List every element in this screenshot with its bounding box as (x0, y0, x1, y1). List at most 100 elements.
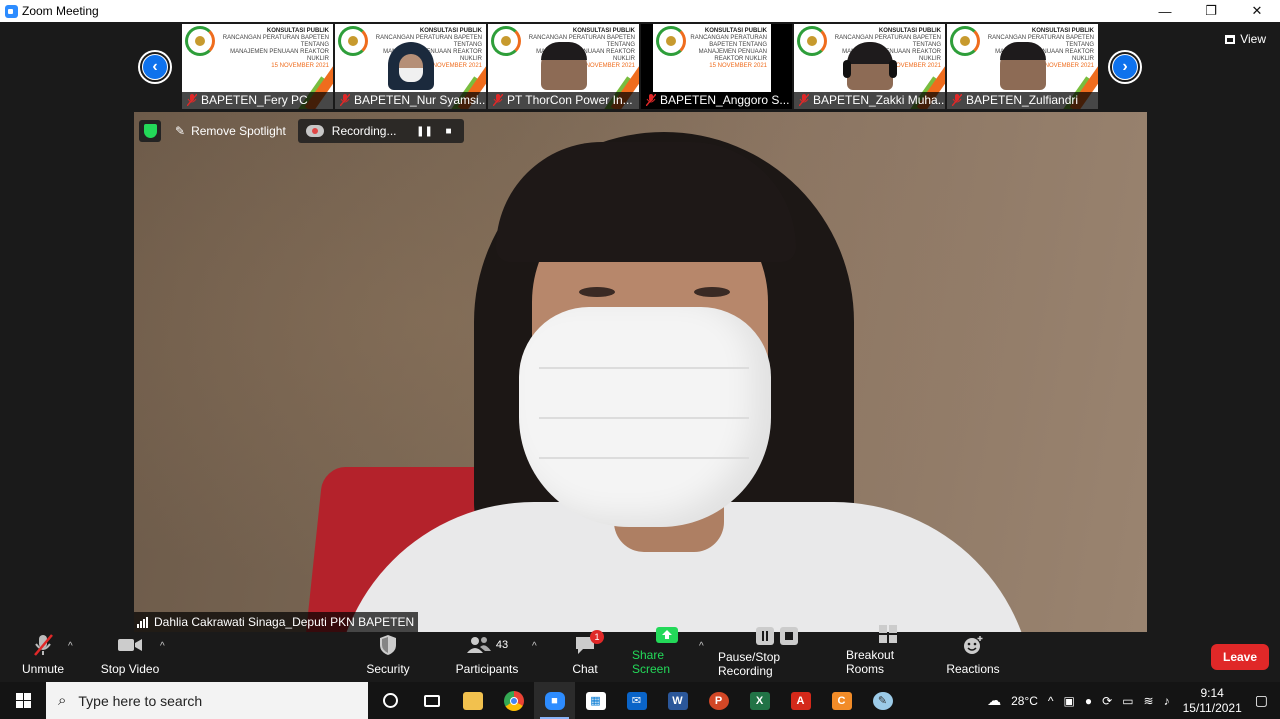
clock[interactable]: 9:14 15/11/2021 (1183, 686, 1242, 716)
restore-button[interactable]: ❐ (1188, 0, 1234, 22)
taskbar-search-box[interactable]: ⌕ Type here to search (46, 682, 368, 719)
participant-thumbnail[interactable]: KONSULTASI PUBLIK RANCANGAN PERATURAN BA… (488, 24, 639, 109)
participant-thumbnail[interactable]: KONSULTASI PUBLIK RANCANGAN PERATURAN BA… (335, 24, 486, 109)
stop-video-label: Stop Video (100, 662, 160, 676)
tray-app-icon[interactable]: ▣ (1064, 694, 1075, 708)
participant-name: BAPETEN_Zulfiandri (947, 92, 1098, 109)
wifi-icon[interactable]: ≋ (1144, 694, 1154, 708)
search-icon: ⌕ (58, 692, 67, 709)
view-button[interactable]: View (1225, 32, 1266, 46)
task-view-button[interactable] (411, 682, 452, 719)
taskbar-app-orange[interactable]: C (821, 682, 862, 719)
notification-icon[interactable]: ▢ (1255, 692, 1268, 709)
video-camera-icon (117, 632, 143, 658)
leave-button[interactable]: Leave (1211, 644, 1269, 670)
word-icon: W (667, 691, 688, 710)
chat-unread-badge: 1 (590, 630, 604, 644)
breakout-rooms-button[interactable]: Breakout Rooms (846, 625, 930, 682)
banner-title: KONSULTASI PUBLIK (572, 28, 635, 34)
audio-options-caret[interactable]: ^ (68, 641, 73, 652)
bapeten-logo (797, 26, 827, 56)
muted-microphone-icon (32, 632, 54, 658)
participant-name-label: PT ThorCon Power In... (507, 93, 633, 107)
stop-video-button[interactable]: Stop Video (98, 632, 162, 682)
start-button[interactable] (0, 682, 46, 719)
share-options-caret[interactable]: ^ (699, 641, 704, 652)
taskbar-paint[interactable]: ✎ (862, 682, 903, 719)
muted-mic-icon (187, 94, 197, 106)
banner-title: KONSULTASI PUBLIK (419, 28, 482, 34)
close-button[interactable]: ✕ (1234, 0, 1280, 22)
bapeten-logo (950, 26, 980, 56)
folder-icon (462, 691, 483, 710)
remove-spotlight-button[interactable]: ✎ Remove Spotlight (169, 119, 294, 143)
taskbar-file-explorer[interactable] (452, 682, 493, 719)
taskbar-zoom[interactable]: ■ (534, 682, 575, 719)
encryption-shield-icon[interactable] (139, 120, 161, 142)
chat-button[interactable]: 1 Chat (564, 630, 606, 682)
chevron-up-icon[interactable]: ^ (1048, 694, 1054, 708)
banner-line: RANCANGAN PERATURAN BAPETEN TENTANG (222, 35, 329, 48)
previous-page-button[interactable]: ‹ (140, 52, 170, 82)
minimize-button[interactable]: — (1142, 0, 1188, 22)
store-bag-icon: ▦ (585, 691, 606, 710)
taskbar-word[interactable]: W (657, 682, 698, 719)
reactions-button[interactable]: Reactions (946, 632, 1000, 682)
participant-name-label: BAPETEN_Zulfiandri (966, 93, 1079, 107)
breakout-rooms-label: Breakout Rooms (846, 648, 895, 676)
task-view-icon (423, 694, 440, 707)
participant-thumbnail[interactable]: KONSULTASI PUBLIK RANCANGAN PERATURAN BA… (641, 24, 792, 109)
participant-thumbnail[interactable]: KONSULTASI PUBLIK RANCANGAN PERATURAN BA… (794, 24, 945, 109)
participant-thumbnail[interactable]: KONSULTASI PUBLIK RANCANGAN PERATURAN BA… (182, 24, 333, 109)
chat-label: Chat (572, 662, 598, 676)
cortana-button[interactable] (370, 682, 411, 719)
participants-button[interactable]: 43 Participants (452, 632, 522, 682)
next-page-button[interactable]: › (1110, 52, 1140, 82)
video-options-caret[interactable]: ^ (160, 641, 165, 652)
taskbar-powerpoint[interactable]: P (698, 682, 739, 719)
face-mask (519, 307, 771, 527)
tray-sync-icon[interactable]: ⟳ (1102, 694, 1112, 708)
participant-thumbnail[interactable]: KONSULTASI PUBLIK RANCANGAN PERATURAN BA… (947, 24, 1098, 109)
weather-cloud-icon[interactable]: ☁ (987, 692, 1001, 709)
stop-recording-button[interactable]: ■ (436, 121, 460, 141)
taskbar-mail[interactable]: ✉ (616, 682, 657, 719)
thumbnail-banner: KONSULTASI PUBLIK RANCANGAN PERATURAN BA… (217, 28, 329, 70)
participant-video (999, 42, 1046, 90)
security-button[interactable]: Security (362, 632, 414, 682)
battery-icon[interactable]: ▭ (1122, 694, 1133, 708)
banner-title: KONSULTASI PUBLIK (878, 28, 941, 34)
participant-name-label: BAPETEN_Zakki Muha... (813, 93, 945, 107)
weather-temperature[interactable]: 28°C (1011, 694, 1038, 708)
system-tray: ☁ 28°C ^ ▣ ● ⟳ ▭ ≋ ♪ 9:14 15/11/2021 ▢ (982, 682, 1280, 719)
share-screen-button[interactable]: Share Screen (632, 627, 702, 682)
participant-video (842, 42, 897, 90)
taskbar-acrobat[interactable]: A (780, 682, 821, 719)
bapeten-logo (338, 26, 368, 56)
speaker-volume-icon[interactable]: ♪ (1164, 694, 1170, 708)
unmute-label: Unmute (21, 662, 65, 676)
banner-line: MANAJEMEN PENUAAN REAKTOR NUKLIR (698, 49, 767, 62)
powerpoint-icon: P (708, 691, 729, 710)
unmute-button[interactable]: Unmute (18, 632, 68, 682)
participant-name: BAPETEN_Nur Syamsi... (335, 92, 486, 109)
taskbar-excel[interactable]: X (739, 682, 780, 719)
taskbar-store[interactable]: ▦ (575, 682, 616, 719)
banner-date: 15 NOVEMBER 2021 (271, 63, 329, 69)
participant-name-label: BAPETEN_Anggoro S... (660, 93, 790, 107)
pause-stop-recording-button[interactable]: Pause/Stop Recording (718, 627, 836, 682)
orange-app-icon: C (831, 691, 852, 710)
participants-icon: 43 (466, 632, 508, 658)
bapeten-logo (491, 26, 521, 56)
clock-time: 9:14 (1200, 685, 1224, 700)
participants-options-caret[interactable]: ^ (532, 641, 537, 652)
microphone-icon[interactable]: ● (1085, 694, 1092, 708)
pause-recording-button[interactable]: ❚❚ (412, 121, 436, 141)
share-screen-icon (655, 626, 679, 644)
participants-label: Participants (455, 662, 519, 676)
taskbar-chrome[interactable] (493, 682, 534, 719)
excel-icon: X (749, 691, 770, 710)
cloud-record-icon (305, 125, 324, 137)
meeting-area: ‹ KONSULTASI PUBLIK RANCANGAN PERATURAN … (0, 22, 1280, 632)
search-placeholder: Type here to search (78, 692, 203, 709)
